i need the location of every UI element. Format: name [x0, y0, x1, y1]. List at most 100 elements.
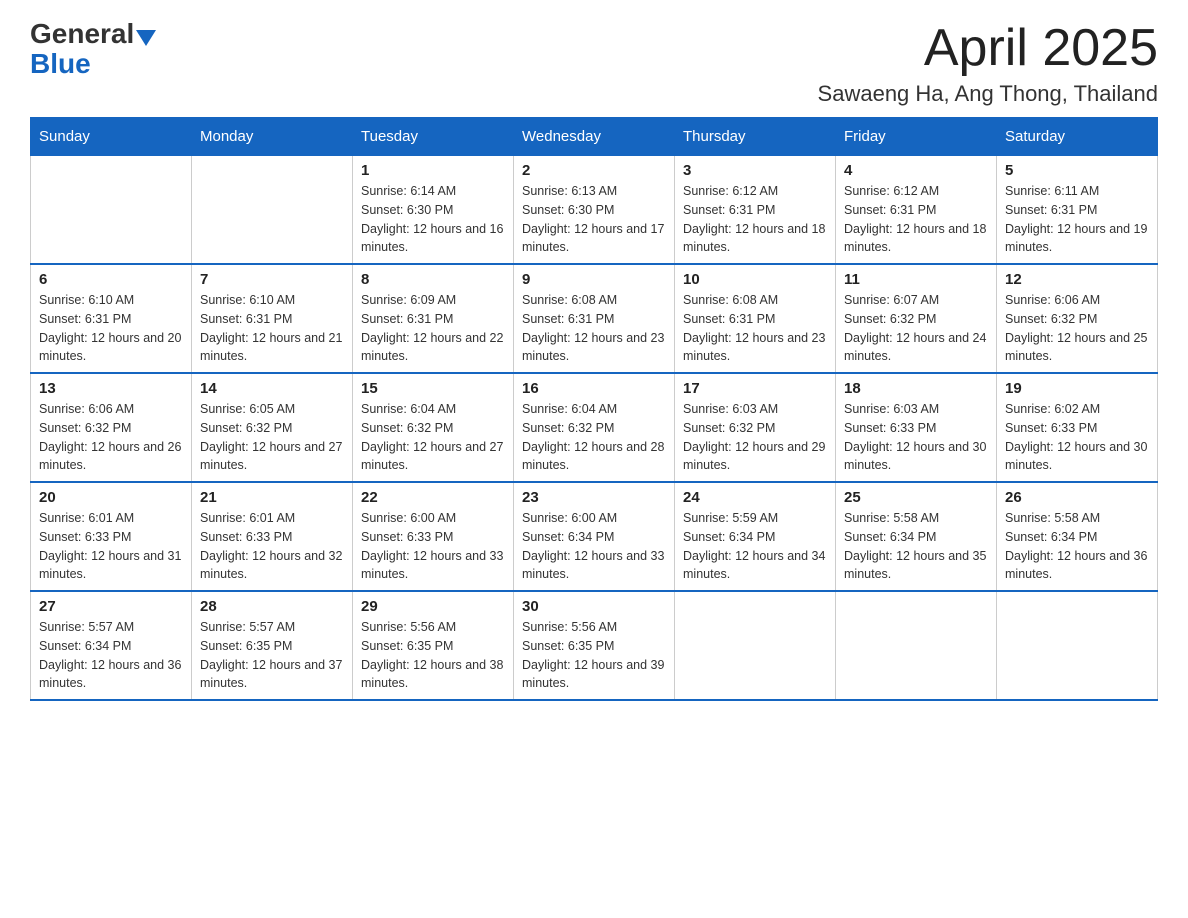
day-number: 3	[683, 162, 827, 179]
day-number: 1	[361, 162, 505, 179]
day-info: Sunrise: 6:05 AMSunset: 6:32 PMDaylight:…	[200, 400, 344, 475]
day-info: Sunrise: 6:00 AMSunset: 6:33 PMDaylight:…	[361, 509, 505, 584]
day-number: 19	[1005, 380, 1149, 397]
calendar-week-1: 1 Sunrise: 6:14 AMSunset: 6:30 PMDaylight…	[31, 156, 1158, 265]
calendar-cell: 21 Sunrise: 6:01 AMSunset: 6:33 PMDayligh…	[192, 482, 353, 591]
day-number: 14	[200, 380, 344, 397]
calendar-cell: 15 Sunrise: 6:04 AMSunset: 6:32 PMDayligh…	[353, 373, 514, 482]
calendar-cell	[997, 591, 1158, 700]
day-info: Sunrise: 5:58 AMSunset: 6:34 PMDaylight:…	[844, 509, 988, 584]
weekday-header-friday: Friday	[836, 118, 997, 156]
logo-blue-text: Blue	[30, 48, 91, 80]
day-info: Sunrise: 6:06 AMSunset: 6:32 PMDaylight:…	[39, 400, 183, 475]
calendar-cell	[836, 591, 997, 700]
day-info: Sunrise: 6:07 AMSunset: 6:32 PMDaylight:…	[844, 291, 988, 366]
day-info: Sunrise: 6:02 AMSunset: 6:33 PMDaylight:…	[1005, 400, 1149, 475]
weekday-header-monday: Monday	[192, 118, 353, 156]
day-number: 16	[522, 380, 666, 397]
day-number: 15	[361, 380, 505, 397]
day-number: 29	[361, 598, 505, 615]
calendar-header: SundayMondayTuesdayWednesdayThursdayFrid…	[31, 118, 1158, 156]
day-info: Sunrise: 6:13 AMSunset: 6:30 PMDaylight:…	[522, 182, 666, 257]
calendar-week-4: 20Sunrise: 6:01 AMSunset: 6:33 PMDayligh…	[31, 482, 1158, 591]
calendar-cell: 18Sunrise: 6:03 AMSunset: 6:33 PMDayligh…	[836, 373, 997, 482]
weekday-header-saturday: Saturday	[997, 118, 1158, 156]
header: General Blue April 2025 Sawaeng Ha, Ang …	[30, 20, 1158, 107]
day-number: 8	[361, 271, 505, 288]
day-info: Sunrise: 5:58 AMSunset: 6:34 PMDaylight:…	[1005, 509, 1149, 584]
day-number: 25	[844, 489, 988, 506]
day-info: Sunrise: 6:08 AMSunset: 6:31 PMDaylight:…	[522, 291, 666, 366]
day-info: Sunrise: 6:09 AMSunset: 6:31 PMDaylight:…	[361, 291, 505, 366]
weekday-header-thursday: Thursday	[675, 118, 836, 156]
calendar-body: 1 Sunrise: 6:14 AMSunset: 6:30 PMDaylight…	[31, 156, 1158, 701]
calendar-cell: 3 Sunrise: 6:12 AMSunset: 6:31 PMDaylight…	[675, 156, 836, 265]
logo-triangle-icon	[136, 30, 156, 46]
calendar-cell	[675, 591, 836, 700]
day-number: 6	[39, 271, 183, 288]
calendar-cell: 6 Sunrise: 6:10 AMSunset: 6:31 PMDaylight…	[31, 264, 192, 373]
calendar-table: SundayMondayTuesdayWednesdayThursdayFrid…	[30, 117, 1158, 701]
calendar-week-5: 27Sunrise: 5:57 AMSunset: 6:34 PMDayligh…	[31, 591, 1158, 700]
day-info: Sunrise: 6:11 AMSunset: 6:31 PMDaylight:…	[1005, 182, 1149, 257]
weekday-header-sunday: Sunday	[31, 118, 192, 156]
day-number: 24	[683, 489, 827, 506]
page-title: April 2025	[818, 20, 1158, 77]
day-number: 2	[522, 162, 666, 179]
calendar-cell: 24 Sunrise: 5:59 AMSunset: 6:34 PMDayligh…	[675, 482, 836, 591]
day-number: 17	[683, 380, 827, 397]
calendar-cell: 1 Sunrise: 6:14 AMSunset: 6:30 PMDaylight…	[353, 156, 514, 265]
calendar-cell: 19 Sunrise: 6:02 AMSunset: 6:33 PMDayligh…	[997, 373, 1158, 482]
calendar-cell: 4Sunrise: 6:12 AMSunset: 6:31 PMDaylight…	[836, 156, 997, 265]
day-number: 10	[683, 271, 827, 288]
logo: General	[30, 20, 156, 48]
day-info: Sunrise: 6:01 AMSunset: 6:33 PMDaylight:…	[200, 509, 344, 584]
day-number: 12	[1005, 271, 1149, 288]
day-info: Sunrise: 5:57 AMSunset: 6:34 PMDaylight:…	[39, 618, 183, 693]
day-info: Sunrise: 5:59 AMSunset: 6:34 PMDaylight:…	[683, 509, 827, 584]
calendar-cell: 17 Sunrise: 6:03 AMSunset: 6:32 PMDayligh…	[675, 373, 836, 482]
day-info: Sunrise: 5:56 AMSunset: 6:35 PMDaylight:…	[522, 618, 666, 693]
day-number: 23	[522, 489, 666, 506]
day-number: 11	[844, 271, 988, 288]
calendar-cell	[31, 156, 192, 265]
calendar-cell: 7Sunrise: 6:10 AMSunset: 6:31 PMDaylight…	[192, 264, 353, 373]
calendar-cell: 16 Sunrise: 6:04 AMSunset: 6:32 PMDayligh…	[514, 373, 675, 482]
day-number: 18	[844, 380, 988, 397]
calendar-cell: 14 Sunrise: 6:05 AMSunset: 6:32 PMDayligh…	[192, 373, 353, 482]
day-info: Sunrise: 6:04 AMSunset: 6:32 PMDaylight:…	[522, 400, 666, 475]
calendar-cell: 30 Sunrise: 5:56 AMSunset: 6:35 PMDayligh…	[514, 591, 675, 700]
logo-area: General Blue	[30, 20, 156, 80]
calendar-cell: 10 Sunrise: 6:08 AMSunset: 6:31 PMDayligh…	[675, 264, 836, 373]
calendar-cell: 11 Sunrise: 6:07 AMSunset: 6:32 PMDayligh…	[836, 264, 997, 373]
day-info: Sunrise: 5:56 AMSunset: 6:35 PMDaylight:…	[361, 618, 505, 693]
calendar-cell: 2 Sunrise: 6:13 AMSunset: 6:30 PMDaylight…	[514, 156, 675, 265]
day-info: Sunrise: 6:03 AMSunset: 6:32 PMDaylight:…	[683, 400, 827, 475]
calendar-cell: 28Sunrise: 5:57 AMSunset: 6:35 PMDayligh…	[192, 591, 353, 700]
calendar-cell: 20Sunrise: 6:01 AMSunset: 6:33 PMDayligh…	[31, 482, 192, 591]
day-number: 5	[1005, 162, 1149, 179]
day-info: Sunrise: 6:12 AMSunset: 6:31 PMDaylight:…	[683, 182, 827, 257]
day-number: 21	[200, 489, 344, 506]
weekday-header-tuesday: Tuesday	[353, 118, 514, 156]
day-number: 13	[39, 380, 183, 397]
day-info: Sunrise: 6:14 AMSunset: 6:30 PMDaylight:…	[361, 182, 505, 257]
day-number: 30	[522, 598, 666, 615]
calendar-cell: 22Sunrise: 6:00 AMSunset: 6:33 PMDayligh…	[353, 482, 514, 591]
calendar-cell: 12 Sunrise: 6:06 AMSunset: 6:32 PMDayligh…	[997, 264, 1158, 373]
calendar-cell: 29 Sunrise: 5:56 AMSunset: 6:35 PMDayligh…	[353, 591, 514, 700]
day-number: 4	[844, 162, 988, 179]
day-info: Sunrise: 6:04 AMSunset: 6:32 PMDaylight:…	[361, 400, 505, 475]
day-info: Sunrise: 6:06 AMSunset: 6:32 PMDaylight:…	[1005, 291, 1149, 366]
calendar-cell: 9Sunrise: 6:08 AMSunset: 6:31 PMDaylight…	[514, 264, 675, 373]
logo-general-text: General	[30, 20, 134, 48]
day-info: Sunrise: 5:57 AMSunset: 6:35 PMDaylight:…	[200, 618, 344, 693]
day-info: Sunrise: 6:08 AMSunset: 6:31 PMDaylight:…	[683, 291, 827, 366]
day-info: Sunrise: 6:00 AMSunset: 6:34 PMDaylight:…	[522, 509, 666, 584]
weekday-header-wednesday: Wednesday	[514, 118, 675, 156]
day-info: Sunrise: 6:10 AMSunset: 6:31 PMDaylight:…	[39, 291, 183, 366]
calendar-week-2: 6 Sunrise: 6:10 AMSunset: 6:31 PMDaylight…	[31, 264, 1158, 373]
day-info: Sunrise: 6:01 AMSunset: 6:33 PMDaylight:…	[39, 509, 183, 584]
calendar-cell	[192, 156, 353, 265]
calendar-cell: 26Sunrise: 5:58 AMSunset: 6:34 PMDayligh…	[997, 482, 1158, 591]
